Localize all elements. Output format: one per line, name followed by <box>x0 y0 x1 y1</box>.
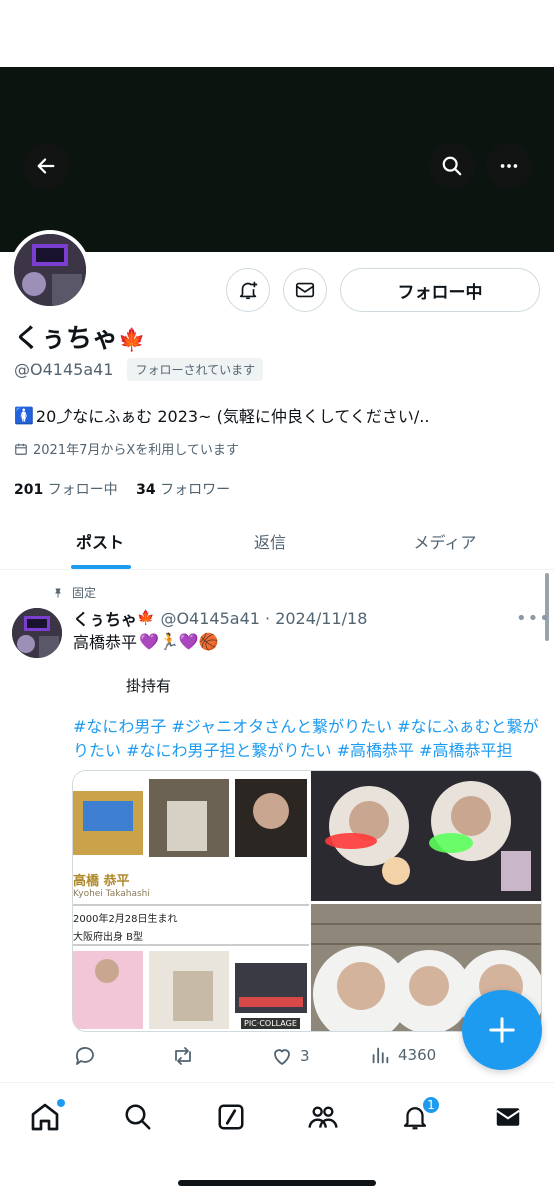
envelope-icon <box>295 282 315 298</box>
post-text-name: 高橋恭平 <box>73 633 138 652</box>
post-author-emoji: 🍁 <box>137 610 155 626</box>
followers-link[interactable]: 34 フォロワー <box>136 482 230 498</box>
pin-icon <box>55 588 61 597</box>
nav-grok[interactable] <box>213 1099 249 1135</box>
tab-posts[interactable]: ポスト <box>30 512 170 570</box>
heart-icon <box>274 1049 290 1065</box>
plus-icon <box>489 1017 515 1043</box>
follows-you-badge: フォローされています <box>127 358 264 381</box>
compose-button[interactable] <box>462 990 542 1070</box>
bio-text: 20⤴なにふぁむ 2023~ (気軽に仲良くしてください/.. <box>35 407 430 426</box>
display-name-text: くぅちゃ <box>14 324 119 354</box>
following-button[interactable]: フォロー中 <box>340 268 540 312</box>
nav-home[interactable] <box>27 1099 65 1135</box>
following-label: フォロー中 <box>47 482 118 498</box>
post-hashtags[interactable]: #なにわ男子 #ジャニオタさんと繋がりたい #なにふぁむと繋がりたい #なにわ男… <box>73 715 543 763</box>
post-meta[interactable]: @O4145a41 · 2024/11/18 <box>160 609 367 628</box>
post-media-grid[interactable]: 高橋 恭平 Kyohei Takahashi 2000年2月28日生まれ 大阪府… <box>72 770 542 1032</box>
bell-plus-icon <box>239 281 258 300</box>
joined-text: 2021年7月からXを利用しています <box>33 443 239 458</box>
view-count: 4360 <box>398 1046 437 1064</box>
card-romaji: Kyohei Takahashi <box>73 889 150 899</box>
follow-counts: 201 フォロー中 34 フォロワー <box>14 479 230 499</box>
nav-search[interactable] <box>120 1099 156 1135</box>
followers-label: フォロワー <box>160 482 231 498</box>
nav-communities[interactable] <box>305 1099 341 1135</box>
calendar-icon <box>15 443 27 455</box>
card-watermark: PIC·COLLAGE <box>241 1018 300 1029</box>
handle-row: @O4145a41 フォローされています <box>14 358 264 381</box>
followers-count: 34 <box>136 482 156 498</box>
more-button[interactable] <box>486 143 532 189</box>
views-button[interactable]: 4360 <box>369 1044 436 1066</box>
repost-button[interactable] <box>171 1044 195 1068</box>
pinned-label: 固定 <box>52 584 96 601</box>
search-button[interactable] <box>429 143 475 189</box>
mail-icon <box>496 1108 520 1126</box>
repost-icon <box>175 1047 191 1065</box>
views-icon <box>372 1047 389 1064</box>
joined-date: 2021年7月からXを利用しています <box>14 439 239 458</box>
nav-notifications[interactable]: 1 <box>397 1095 441 1135</box>
status-bar <box>0 0 554 67</box>
home-icon <box>31 1103 59 1131</box>
arrow-left-icon <box>37 158 55 174</box>
notify-button[interactable] <box>226 268 270 312</box>
post-header: くぅちゃ 🍁 @O4145a41 · 2024/11/18 <box>73 606 367 630</box>
home-indicator <box>178 1180 376 1186</box>
pinned-text: 固定 <box>72 586 97 600</box>
post-more-icon[interactable]: ••• <box>516 608 551 629</box>
tab-replies[interactable]: 返信 <box>200 512 340 570</box>
media-image-penlight[interactable] <box>311 771 541 901</box>
post-text-line1: 高橋恭平 💜🏃💜🏀 <box>73 629 219 653</box>
profile-tabs: ポスト 返信 メディア <box>0 512 554 570</box>
message-button[interactable] <box>283 268 327 312</box>
scrollbar[interactable] <box>545 573 549 641</box>
more-icon <box>500 164 518 168</box>
avatar-image <box>14 234 86 306</box>
active-tab-indicator <box>71 565 131 569</box>
notifications-badge: 1 <box>421 1095 441 1115</box>
reply-icon <box>75 1047 94 1065</box>
post-author[interactable]: くぅちゃ <box>73 606 137 630</box>
search-icon <box>442 156 462 176</box>
search-icon <box>125 1104 151 1130</box>
profile-avatar[interactable] <box>10 230 90 310</box>
post-text-emoji: 💜🏃💜🏀 <box>139 631 219 651</box>
like-count: 3 <box>300 1047 310 1065</box>
grok-icon <box>218 1104 244 1130</box>
home-unread-dot <box>57 1099 65 1107</box>
card-birth: 2000年2月28日生まれ <box>73 914 178 925</box>
bio-emoji: 🚺 <box>14 405 34 425</box>
post-avatar[interactable] <box>12 608 62 658</box>
profile-card-graphic <box>73 779 309 1029</box>
following-link[interactable]: 201 フォロー中 <box>14 482 118 498</box>
reply-button[interactable] <box>73 1044 97 1068</box>
like-button[interactable]: 3 <box>270 1044 310 1068</box>
tab-media[interactable]: メディア <box>375 512 515 570</box>
penlight-graphic <box>311 771 541 901</box>
back-button[interactable] <box>23 143 69 189</box>
nav-messages[interactable] <box>490 1099 526 1135</box>
following-count: 201 <box>14 482 44 498</box>
profile-bio: 🚺 20⤴なにふぁむ 2023~ (気軽に仲良くしてください/.. <box>14 403 429 427</box>
post-text-line2: 掛持有 <box>126 677 172 695</box>
card-origin: 大阪府出身 B型 <box>73 932 144 943</box>
profile-handle: @O4145a41 <box>14 360 114 379</box>
card-name: 高橋 恭平 <box>73 874 130 889</box>
post-avatar-image <box>12 608 62 658</box>
communities-icon <box>308 1106 338 1128</box>
maple-leaf-emoji: 🍁 <box>118 328 146 353</box>
media-image-profile-card[interactable]: 高橋 恭平 Kyohei Takahashi 2000年2月28日生まれ 大阪府… <box>73 771 309 1031</box>
display-name: くぅちゃ🍁 <box>14 318 145 355</box>
